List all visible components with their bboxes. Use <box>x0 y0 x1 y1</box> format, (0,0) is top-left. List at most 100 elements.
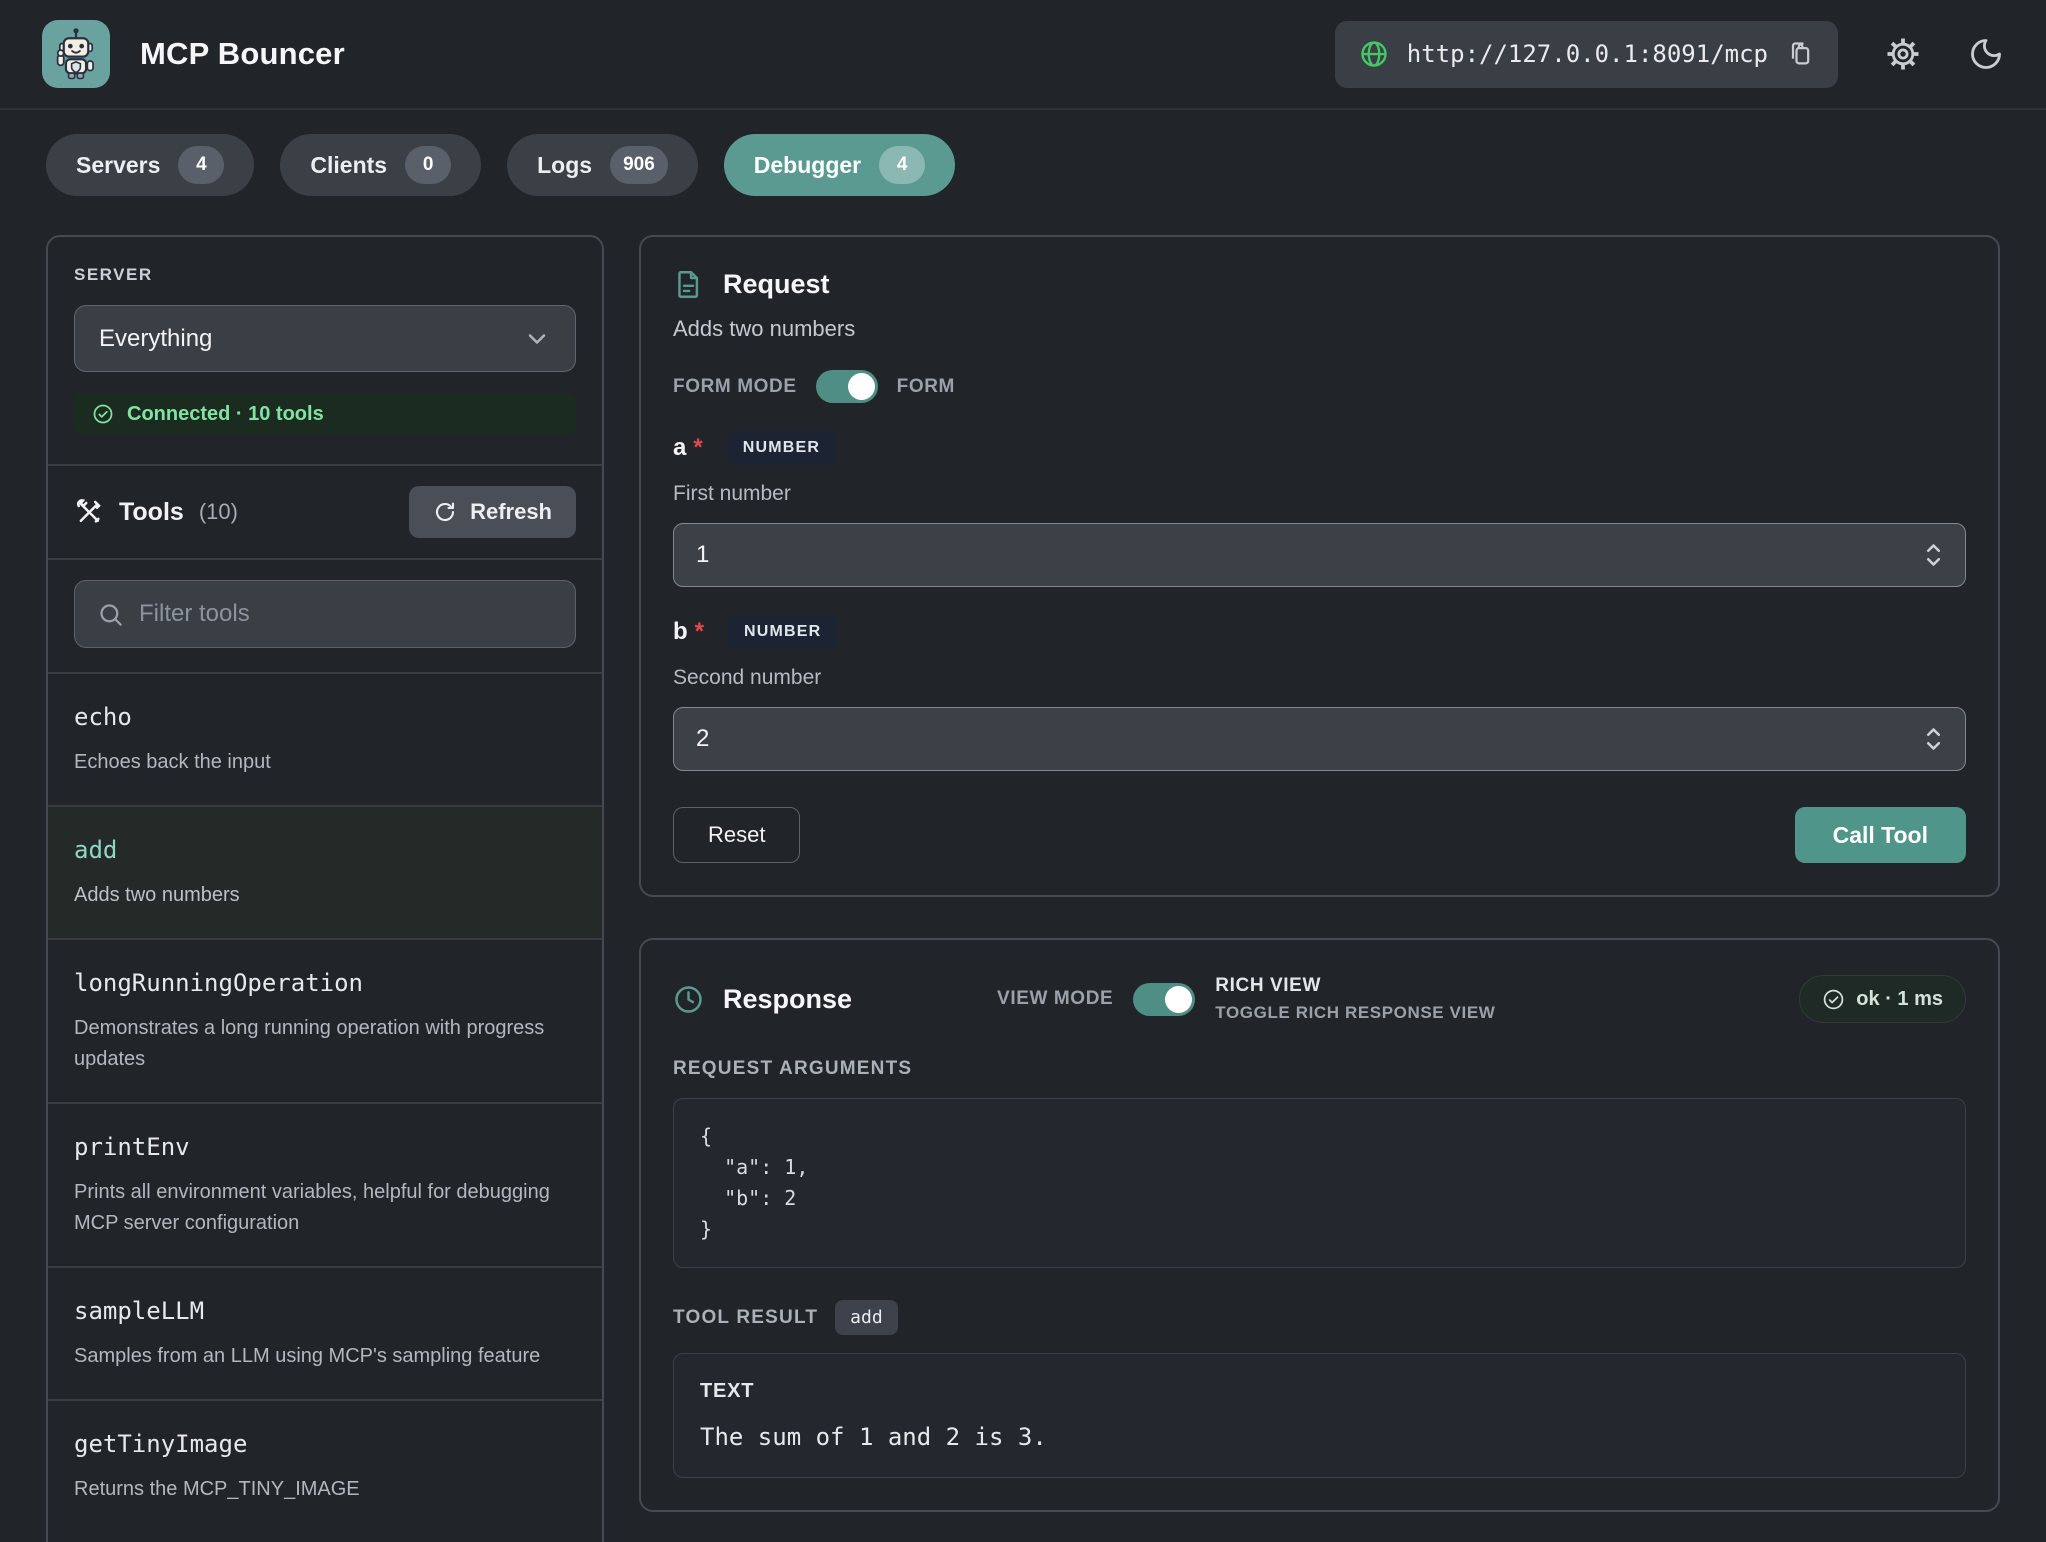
tab-label: Servers <box>76 152 160 179</box>
tool-result-label: TOOL RESULT <box>673 1307 818 1329</box>
tab-servers[interactable]: Servers 4 <box>46 134 254 196</box>
request-header: Request <box>673 269 1966 300</box>
toggle-knob <box>1165 986 1192 1013</box>
request-actions: Reset Call Tool <box>673 807 1966 863</box>
view-mode-label: VIEW MODE <box>997 988 1113 1010</box>
tool-description: Samples from an LLM using MCP's sampling… <box>74 1341 576 1372</box>
chevron-down-icon <box>523 325 551 353</box>
copy-url-button[interactable] <box>1786 40 1814 68</box>
request-field-b: b * NUMBER Second number <box>673 615 1966 771</box>
form-label: FORM <box>897 376 955 398</box>
settings-button[interactable] <box>1884 35 1922 73</box>
view-mode-toggle[interactable] <box>1133 983 1195 1016</box>
field-name: b <box>673 618 688 646</box>
tool-item-sampleLLM[interactable]: sampleLLM Samples from an LLM using MCP'… <box>48 1266 602 1399</box>
view-mode-group: VIEW MODE RICH VIEW TOGGLE RICH RESPONSE… <box>997 972 1495 1026</box>
tab-count-badge: 4 <box>879 146 925 184</box>
request-document-icon <box>673 269 704 300</box>
tab-count-badge: 906 <box>610 146 668 184</box>
tab-logs[interactable]: Logs 906 <box>507 134 698 196</box>
result-text: The sum of 1 and 2 is 3. <box>700 1423 1939 1451</box>
filter-tools-input[interactable] <box>139 600 553 628</box>
tool-description: Echoes back the input <box>74 747 576 778</box>
tool-result-row: TOOL RESULT add <box>673 1300 1966 1335</box>
tab-debugger[interactable]: Debugger 4 <box>724 134 955 196</box>
tool-item-getTinyImage[interactable]: getTinyImage Returns the MCP_TINY_IMAGE <box>48 1399 602 1532</box>
tool-name: longRunningOperation <box>74 967 576 999</box>
result-type-label: TEXT <box>700 1380 1939 1403</box>
request-fields: a * NUMBER First number <box>673 431 1966 771</box>
app-title: MCP Bouncer <box>140 36 345 72</box>
tool-list: echo Echoes back the input add Adds two … <box>48 672 602 1532</box>
globe-icon <box>1359 39 1389 69</box>
tab-clients[interactable]: Clients 0 <box>280 134 481 196</box>
tool-name: add <box>74 834 576 866</box>
refresh-icon <box>433 500 457 524</box>
request-panel: Request Adds two numbers FORM MODE FORM … <box>639 235 2000 897</box>
number-input[interactable] <box>673 707 1966 771</box>
tool-item-add[interactable]: add Adds two numbers <box>48 805 602 938</box>
number-input[interactable] <box>673 523 1966 587</box>
main-area: Request Adds two numbers FORM MODE FORM … <box>639 235 2000 1512</box>
brand: MCP Bouncer <box>42 20 345 88</box>
required-asterisk: * <box>693 434 702 462</box>
request-title: Request <box>723 269 830 300</box>
reset-button[interactable]: Reset <box>673 807 800 863</box>
response-panel: Response VIEW MODE RICH VIEW TOGGLE RICH… <box>639 938 2000 1512</box>
tool-description: Adds two numbers <box>74 880 576 911</box>
server-select[interactable]: Everything <box>74 305 576 372</box>
tools-header: Tools (10) Refresh <box>48 464 602 558</box>
stepper-icon[interactable] <box>1924 723 1943 755</box>
field-type-badge: NUMBER <box>727 431 836 465</box>
connection-status-text: Connected · 10 tools <box>127 403 324 426</box>
tab-count-badge: 4 <box>178 146 224 184</box>
stepper-icon[interactable] <box>1924 539 1943 571</box>
app-header: MCP Bouncer http://127.0.0.1:8091/mcp <box>0 0 2046 110</box>
connection-status-badge: Connected · 10 tools <box>74 394 576 434</box>
form-mode-toggle[interactable] <box>816 370 878 403</box>
tool-name: getTinyImage <box>74 1428 576 1460</box>
header-actions: http://127.0.0.1:8091/mcp <box>1335 21 2004 88</box>
tool-item-echo[interactable]: echo Echoes back the input <box>48 672 602 805</box>
required-asterisk: * <box>695 618 704 646</box>
tool-result-badge: add <box>835 1300 898 1335</box>
response-title: Response <box>723 984 852 1015</box>
tools-count: (10) <box>199 499 238 525</box>
server-select-value: Everything <box>99 325 212 353</box>
tool-name: sampleLLM <box>74 1295 576 1327</box>
call-tool-button[interactable]: Call Tool <box>1795 807 1966 863</box>
tool-item-printEnv[interactable]: printEnv Prints all environment variable… <box>48 1102 602 1266</box>
tools-title: Tools (10) <box>74 497 238 527</box>
tab-label: Clients <box>310 152 387 179</box>
server-url[interactable]: http://127.0.0.1:8091/mcp <box>1407 40 1768 68</box>
form-mode-label: FORM MODE <box>673 376 797 398</box>
server-label: SERVER <box>74 265 576 285</box>
theme-toggle-button[interactable] <box>1968 36 2004 72</box>
request-arguments-code: { "a": 1, "b": 2 } <box>673 1098 1966 1268</box>
tool-description: Demonstrates a long running operation wi… <box>74 1013 576 1075</box>
field-description: Second number <box>673 666 1966 690</box>
tools-title-text: Tools <box>119 498 184 527</box>
field-name: a <box>673 434 686 462</box>
check-circle-icon <box>92 403 114 425</box>
tools-icon <box>74 497 104 527</box>
field-description: First number <box>673 482 1966 506</box>
number-input-value[interactable] <box>696 725 1924 753</box>
rich-view-sublabel: TOGGLE RICH RESPONSE VIEW <box>1215 999 1495 1026</box>
tool-description: Prints all environment variables, helpfu… <box>74 1177 576 1239</box>
server-url-bar[interactable]: http://127.0.0.1:8091/mcp <box>1335 21 1838 88</box>
number-input-value[interactable] <box>696 541 1924 569</box>
request-field-a: a * NUMBER First number <box>673 431 1966 587</box>
filter-tools-box[interactable] <box>74 580 576 648</box>
tool-name: echo <box>74 701 576 733</box>
rich-view-label: RICH VIEW <box>1215 972 1495 999</box>
request-subtitle: Adds two numbers <box>673 316 1966 342</box>
refresh-tools-button[interactable]: Refresh <box>409 486 576 538</box>
tool-description: Returns the MCP_TINY_IMAGE <box>74 1474 576 1505</box>
search-icon <box>97 601 124 628</box>
tool-item-longRunningOperation[interactable]: longRunningOperation Demonstrates a long… <box>48 938 602 1102</box>
response-status-badge: ok · 1 ms <box>1799 975 1966 1023</box>
sidebar-panel: SERVER Everything Connected · 10 tools <box>46 235 604 1542</box>
tab-label: Logs <box>537 152 592 179</box>
check-circle-icon <box>1822 988 1845 1011</box>
